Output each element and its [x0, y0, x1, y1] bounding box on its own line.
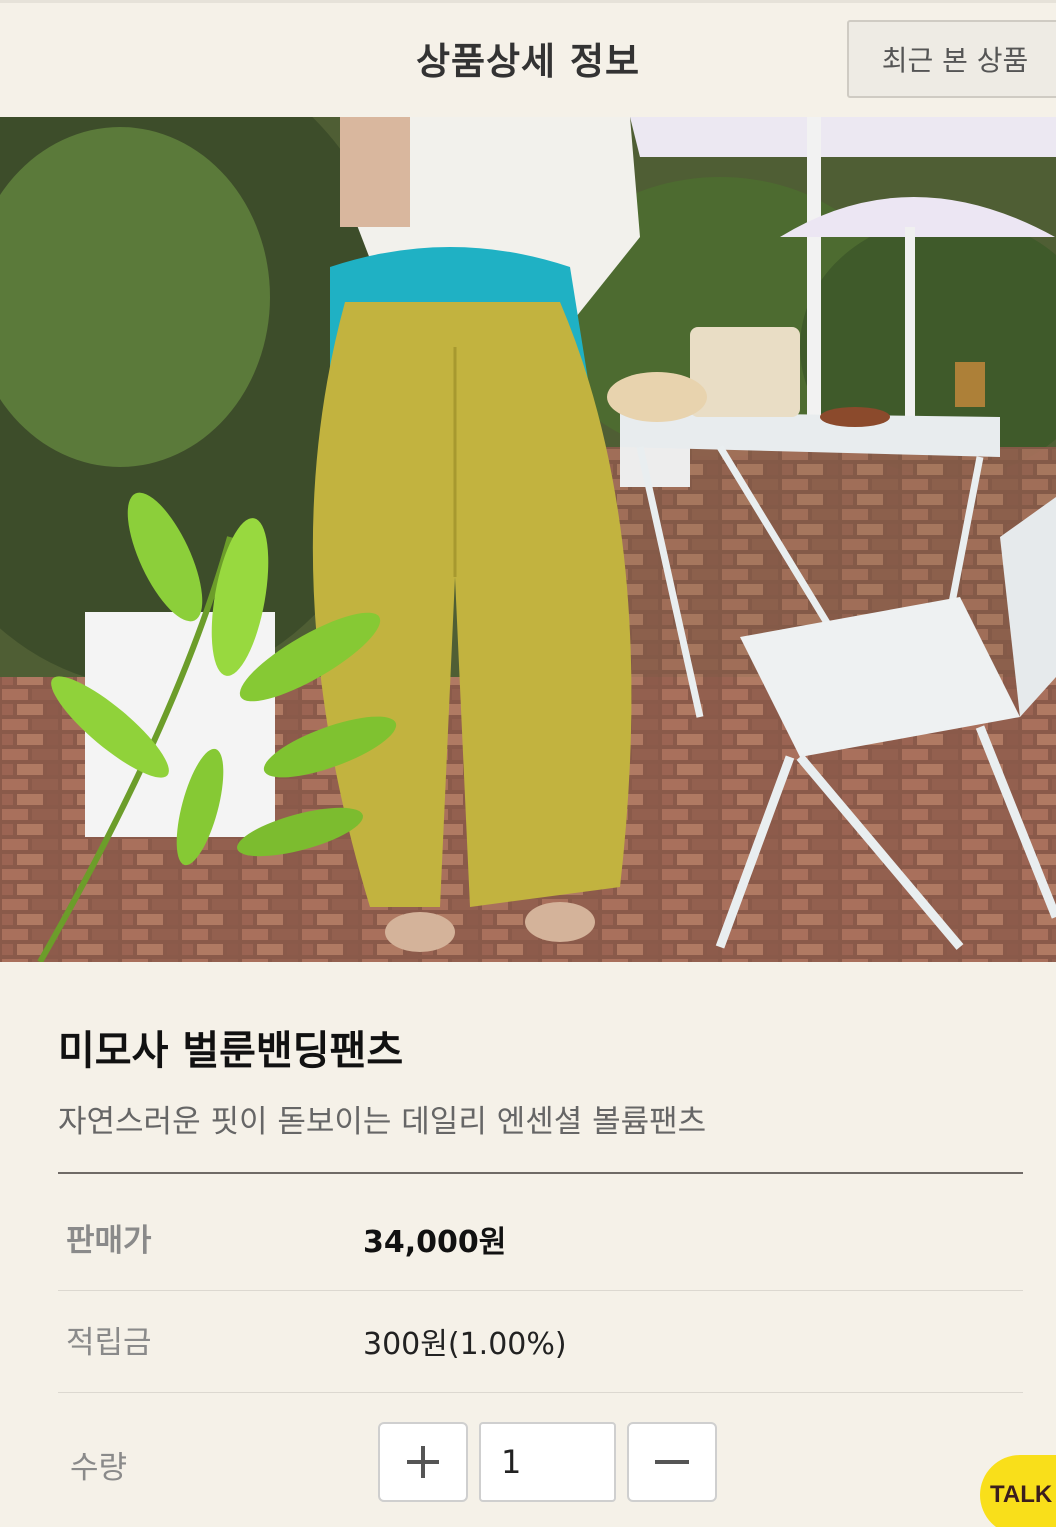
quantity-increase-button[interactable] — [378, 1422, 468, 1502]
row-divider — [58, 1392, 1023, 1393]
product-image — [0, 117, 1056, 962]
kakao-talk-button[interactable]: TALK — [980, 1455, 1056, 1527]
quantity-input[interactable]: 1 — [479, 1422, 616, 1502]
product-description: 자연스러운 핏이 돋보이는 데일리 엔센셜 볼륨팬츠 — [58, 1104, 707, 1140]
product-name: 미모사 벌룬밴딩팬츠 — [58, 1028, 404, 1074]
price-row: 판매가 34,000원 — [58, 1215, 1023, 1265]
price-value: 34,000원 — [363, 1225, 507, 1260]
points-label: 적립금 — [66, 1325, 152, 1361]
recent-products-button[interactable]: 최근 본 상품 — [847, 20, 1056, 98]
row-divider — [58, 1290, 1023, 1291]
talk-label: TALK — [990, 1481, 1053, 1508]
minus-icon — [655, 1460, 689, 1464]
quantity-label: 수량 — [70, 1450, 128, 1486]
points-row: 적립금 300원(1.00%) — [58, 1317, 1023, 1367]
quantity-decrease-button[interactable] — [627, 1422, 717, 1502]
price-label: 판매가 — [66, 1223, 152, 1259]
points-value: 300원(1.00%) — [363, 1327, 567, 1362]
product-photo-illustration — [0, 117, 1056, 962]
header-bar: 상품상세 정보 최근 본 상품 — [0, 0, 1056, 112]
plus-icon — [407, 1446, 439, 1478]
section-divider — [58, 1172, 1023, 1174]
